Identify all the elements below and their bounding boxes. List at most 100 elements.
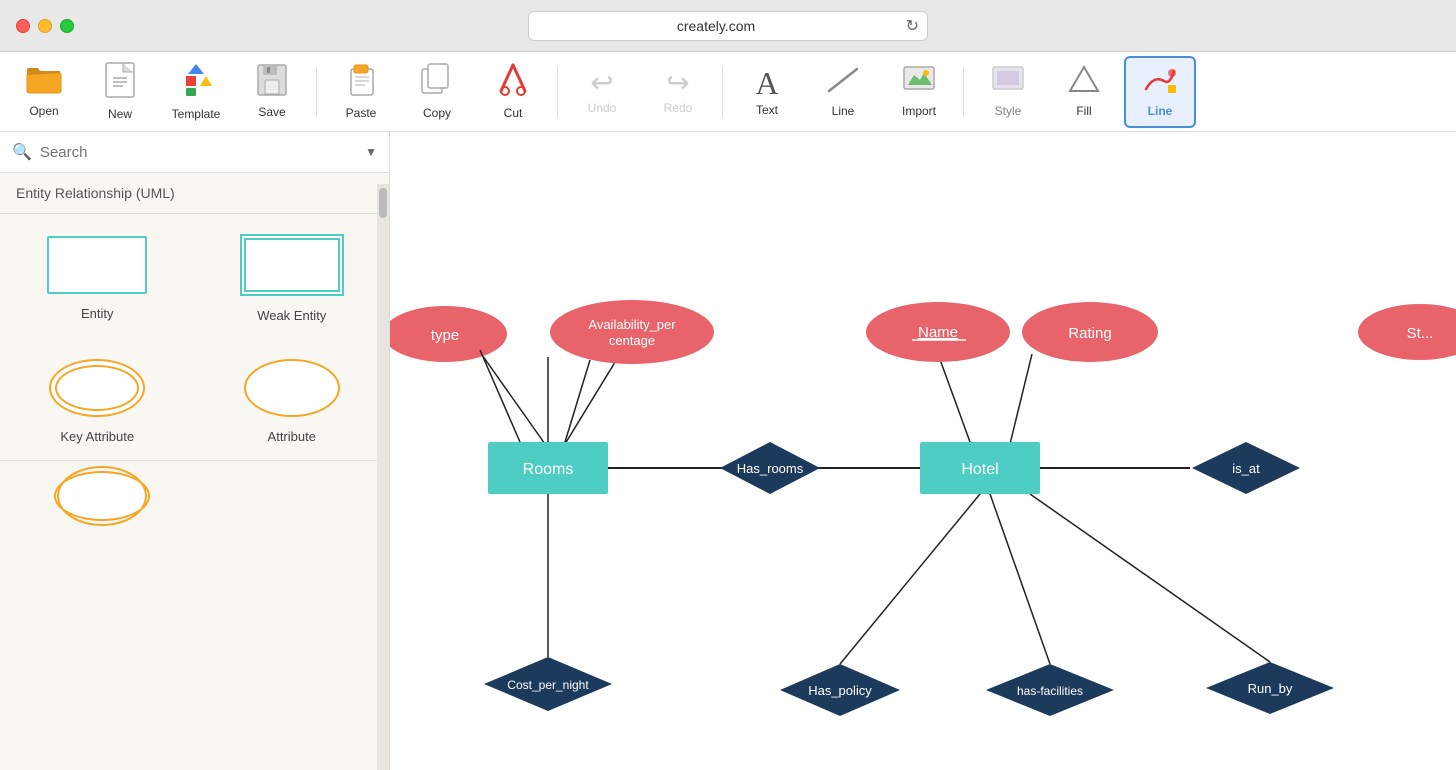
- entity-label: Entity: [81, 306, 114, 321]
- template-button[interactable]: Template: [160, 56, 232, 128]
- search-icon: 🔍: [12, 142, 32, 162]
- line-active-icon: [1144, 65, 1176, 100]
- url-bar[interactable]: creately.com ↻: [528, 11, 928, 41]
- save-button[interactable]: Save: [236, 56, 308, 128]
- svg-text:is_at: is_at: [1232, 461, 1260, 476]
- scrollbar[interactable]: [377, 184, 389, 770]
- key-attribute-shape: [49, 359, 145, 417]
- template-icon: [178, 62, 214, 103]
- weak-entity-label: Weak Entity: [257, 308, 326, 323]
- entity-shape: [47, 236, 147, 294]
- style-button[interactable]: Style: [972, 56, 1044, 128]
- svg-text:Rooms: Rooms: [523, 461, 574, 478]
- svg-text:Rating: Rating: [1068, 325, 1111, 342]
- separator-4: [963, 67, 964, 117]
- redo-icon: ↪: [666, 69, 689, 97]
- key-attribute-label: Key Attribute: [60, 429, 134, 444]
- cut-icon: [497, 63, 529, 102]
- line-active-label: Line: [1148, 104, 1173, 118]
- open-button[interactable]: Open: [8, 56, 80, 128]
- style-label: Style: [995, 104, 1022, 118]
- fill-label: Fill: [1076, 104, 1091, 118]
- search-arrow-icon: ▼: [365, 145, 377, 159]
- attribute-shape-item[interactable]: Attribute: [195, 339, 390, 460]
- category-label: Entity Relationship (UML): [0, 173, 389, 214]
- refresh-icon[interactable]: ↻: [906, 16, 919, 36]
- attribute-shape: [244, 359, 340, 417]
- import-icon: [902, 65, 936, 100]
- weak-entity-shape: [240, 234, 344, 296]
- svg-text:Cost_per_night: Cost_per_night: [507, 678, 589, 692]
- weak-entity-shape-item[interactable]: Weak Entity: [195, 214, 390, 339]
- svg-text:Name: Name: [918, 324, 958, 341]
- separator-3: [722, 67, 723, 117]
- canvas-area[interactable]: Rooms Hotel Has_rooms is_at Cost_per_nig…: [390, 132, 1456, 770]
- copy-label: Copy: [423, 106, 451, 120]
- import-button[interactable]: Import: [883, 56, 955, 128]
- new-label: New: [108, 107, 132, 121]
- paste-icon: [345, 63, 377, 102]
- svg-text:St...: St...: [1407, 325, 1434, 342]
- title-bar: creately.com ↻: [0, 0, 1456, 52]
- traffic-lights: [16, 19, 74, 33]
- toolbar: Open New Template Save Paste: [0, 52, 1456, 132]
- copy-icon: [421, 63, 453, 102]
- new-button[interactable]: New: [84, 56, 156, 128]
- search-input[interactable]: [40, 144, 357, 161]
- svg-text:Run_by: Run_by: [1248, 681, 1293, 696]
- bottom-shapes: [0, 460, 389, 531]
- cut-button[interactable]: Cut: [477, 56, 549, 128]
- diagram-svg: Rooms Hotel Has_rooms is_at Cost_per_nig…: [390, 132, 1456, 770]
- paste-label: Paste: [346, 106, 377, 120]
- availability-attr: [550, 300, 714, 364]
- copy-button[interactable]: Copy: [401, 56, 473, 128]
- separator-2: [557, 67, 558, 117]
- undo-icon: ↩: [590, 69, 613, 97]
- minimize-button[interactable]: [38, 19, 52, 33]
- text-button[interactable]: A Text: [731, 56, 803, 128]
- svg-text:type: type: [431, 327, 459, 344]
- text-label: Text: [756, 103, 778, 117]
- redo-button[interactable]: ↪ Redo: [642, 56, 714, 128]
- search-bar: 🔍 ▼: [0, 132, 389, 173]
- import-label: Import: [902, 104, 936, 118]
- svg-text:Has_rooms: Has_rooms: [737, 461, 804, 476]
- url-text: creately.com: [677, 18, 755, 34]
- line-active-button[interactable]: Line: [1124, 56, 1196, 128]
- template-label: Template: [172, 107, 221, 121]
- scroll-thumb: [379, 188, 387, 218]
- undo-button[interactable]: ↩ Undo: [566, 56, 638, 128]
- svg-text:Availability_per: Availability_per: [588, 317, 676, 332]
- multi-value-shape: [54, 471, 150, 521]
- attribute-label: Attribute: [268, 429, 316, 444]
- key-attribute-shape-item[interactable]: Key Attribute: [0, 339, 195, 460]
- sidebar: 🔍 ▼ Entity Relationship (UML) Entity: [0, 132, 390, 770]
- save-label: Save: [258, 105, 285, 119]
- undo-label: Undo: [588, 101, 617, 115]
- svg-text:Has_policy: Has_policy: [808, 683, 872, 698]
- separator-1: [316, 67, 317, 117]
- fill-button[interactable]: Fill: [1048, 56, 1120, 128]
- maximize-button[interactable]: [60, 19, 74, 33]
- new-icon: [105, 62, 135, 103]
- save-icon: [257, 64, 287, 101]
- open-icon: [26, 65, 62, 100]
- redo-label: Redo: [664, 101, 693, 115]
- shape-grid: Entity Weak Entity Key Attribute: [0, 214, 389, 460]
- multi-value-shape-item[interactable]: [10, 471, 195, 521]
- line-button[interactable]: Line: [807, 56, 879, 128]
- line-label: Line: [832, 104, 855, 118]
- main-layout: 🔍 ▼ Entity Relationship (UML) Entity: [0, 132, 1456, 770]
- entity-shape-item[interactable]: Entity: [0, 214, 195, 339]
- svg-text:has-facilities: has-facilities: [1017, 684, 1083, 698]
- svg-text:centage: centage: [609, 333, 655, 348]
- cut-label: Cut: [504, 106, 523, 120]
- open-label: Open: [29, 104, 58, 118]
- fill-icon: [1068, 65, 1100, 100]
- paste-button[interactable]: Paste: [325, 56, 397, 128]
- text-icon: A: [755, 67, 778, 99]
- svg-text:Hotel: Hotel: [961, 461, 998, 478]
- close-button[interactable]: [16, 19, 30, 33]
- style-icon: [991, 65, 1025, 100]
- line-draw-icon: [827, 65, 859, 100]
